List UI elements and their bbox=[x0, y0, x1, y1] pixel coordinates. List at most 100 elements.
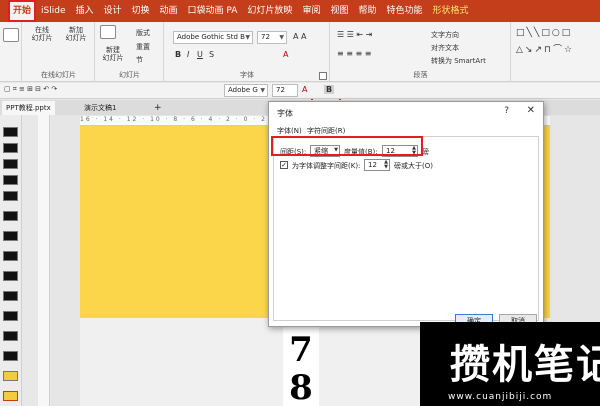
chevron-down-icon: ▼ bbox=[245, 34, 250, 41]
tab-design[interactable]: 设计 bbox=[99, 0, 127, 22]
add-online-slide-button[interactable]: 新加 幻灯片 bbox=[61, 26, 91, 42]
slide-thumbnail[interactable] bbox=[3, 311, 18, 321]
drawing-group: □╲╲□○□ △↘↗⊓⌒☆ bbox=[512, 22, 600, 82]
slide-thumbnail[interactable] bbox=[3, 191, 18, 201]
font-dialog: 字体 ? ✕ 字体(N) 字符间距(R) 间距(S): 紧缩 ▼ 度量值(B): … bbox=[268, 101, 544, 328]
help-icon[interactable]: ? bbox=[504, 106, 509, 116]
slide-thumbnail-selected[interactable] bbox=[3, 391, 18, 401]
slide-thumbnail[interactable] bbox=[3, 291, 18, 301]
font-name-combo[interactable]: Adobe Gothic Std B ▼ bbox=[173, 31, 253, 44]
toolbar-bold-icon[interactable]: B bbox=[324, 85, 335, 94]
spinner-icon[interactable]: ▲ ▼ bbox=[384, 160, 388, 170]
tab-animations[interactable]: 动画 bbox=[155, 0, 183, 22]
toolbar-font-name: Adobe G bbox=[228, 86, 258, 94]
bullets-icon[interactable]: ☰ ☰ ⇤ ⇥ bbox=[337, 30, 372, 39]
online-slide-button[interactable]: 在线 幻灯片 bbox=[27, 26, 57, 42]
slide-thumbnail[interactable] bbox=[3, 127, 18, 137]
slide-thumbnail[interactable] bbox=[3, 211, 18, 221]
bold-icon[interactable]: B bbox=[175, 50, 181, 59]
smartart-button[interactable]: 转换为 SmartArt bbox=[431, 56, 486, 66]
font-size-value: 72 bbox=[261, 33, 270, 41]
chevron-down-icon: ▼ bbox=[260, 87, 265, 94]
watermark: 攒机笔记 www.cuanjibiji.com bbox=[420, 322, 600, 406]
slide-thumbnail[interactable] bbox=[3, 159, 18, 169]
new-slide-icon bbox=[100, 25, 116, 39]
grow-font-icon[interactable]: A A bbox=[293, 32, 307, 41]
kerning-checkbox[interactable]: ✓ bbox=[280, 161, 288, 169]
kerning-value: 12 bbox=[368, 161, 377, 169]
font-group: Adobe Gothic Std B ▼ 72 ▼ A A B I U S A 字体 bbox=[165, 22, 330, 82]
group-label-slides: 幻灯片 bbox=[119, 71, 140, 79]
online-slides-group: 在线 幻灯片 新加 幻灯片 在线幻灯片 bbox=[23, 22, 95, 82]
doctab-ppt-tutorial[interactable]: PPT教程.pptx bbox=[2, 101, 55, 115]
chevron-down-icon: ▼ bbox=[279, 34, 284, 41]
quick-toolbar: ▢ ⌗ ≡ ⊞ ⊟ ↶ ↷ Adobe G ▼ 72 A B bbox=[0, 83, 600, 99]
slide-thumbnail[interactable] bbox=[3, 271, 18, 281]
slide-number-8: 8 bbox=[289, 368, 313, 406]
tab-home[interactable]: 开始 bbox=[8, 0, 37, 22]
new-slide-icon-wrap bbox=[100, 25, 116, 40]
slide-thumbnail[interactable] bbox=[3, 231, 18, 241]
new-tab-icon[interactable]: + bbox=[150, 101, 166, 115]
tab-font[interactable]: 字体(N) bbox=[277, 126, 302, 136]
font-color-icon[interactable]: A bbox=[283, 50, 288, 59]
slide-thumbnail[interactable] bbox=[3, 143, 18, 153]
tab-insert[interactable]: 插入 bbox=[70, 0, 98, 22]
clipboard-group bbox=[0, 22, 22, 82]
slide-thumbnail-rail bbox=[0, 115, 22, 406]
slide-thumbnail[interactable] bbox=[3, 371, 18, 381]
tab-review[interactable]: 审阅 bbox=[297, 0, 325, 22]
font-dialog-launcher-icon[interactable] bbox=[319, 72, 327, 80]
text-direction-button[interactable]: 文字方向 bbox=[431, 30, 459, 40]
close-icon[interactable]: ✕ bbox=[527, 105, 535, 116]
unit-label: 磅 bbox=[422, 148, 429, 156]
vertical-ruler bbox=[38, 115, 50, 406]
italic-icon[interactable]: I bbox=[187, 50, 189, 59]
slide-thumbnail[interactable] bbox=[3, 351, 18, 361]
toolbar-font-size: 72 bbox=[276, 86, 285, 94]
tab-shape-format[interactable]: 形状格式 bbox=[428, 0, 474, 22]
shadow-icon[interactable]: S bbox=[209, 50, 214, 59]
toolbar-size-combo[interactable]: 72 bbox=[272, 84, 298, 97]
doctab-presentation1[interactable]: 演示文稿1 bbox=[80, 101, 120, 115]
group-label-font: 字体 bbox=[240, 71, 254, 79]
dialog-title: 字体 bbox=[277, 109, 293, 118]
kerning-label: 为字体调整字间距(K): bbox=[292, 162, 361, 170]
font-size-combo[interactable]: 72 ▼ bbox=[257, 31, 287, 44]
align-icons[interactable]: ≡ ≡ ≡ ≡ bbox=[337, 49, 371, 58]
shapes-gallery-icon-2[interactable]: △↘↗⊓⌒☆ bbox=[516, 42, 574, 55]
tab-slideshow[interactable]: 幻灯片放映 bbox=[242, 0, 297, 22]
new-slide-button[interactable]: 新建 幻灯片 bbox=[100, 46, 126, 62]
tab-help[interactable]: 帮助 bbox=[353, 0, 381, 22]
kerning-input[interactable]: 12 ▲ ▼ bbox=[364, 159, 390, 171]
spacing-highlight bbox=[271, 136, 423, 156]
group-label-paragraph: 段落 bbox=[413, 71, 428, 79]
shapes-gallery-icon[interactable]: □╲╲□○□ bbox=[516, 28, 572, 38]
watermark-url: www.cuanjibiji.com bbox=[448, 392, 553, 402]
layout-button[interactable]: 版式 bbox=[136, 28, 150, 38]
tab-transitions[interactable]: 切换 bbox=[127, 0, 155, 22]
slide-number-7: 7 bbox=[289, 330, 313, 370]
group-label-online: 在线幻灯片 bbox=[41, 71, 76, 79]
underline-icon[interactable]: U bbox=[197, 50, 203, 59]
paste-button[interactable] bbox=[3, 28, 19, 43]
spacing-panel: 间距(S): 紧缩 ▼ 度量值(B): 12 ▲ ▼ 磅 ✓ 为字体调整字间距(K):… bbox=[273, 136, 539, 321]
toolbar-font-combo[interactable]: Adobe G ▼ bbox=[224, 84, 268, 97]
ribbon-tab-bar: 开始 iSlide 插入 设计 切换 动画 口袋动画 PA 幻灯片放映 审阅 视… bbox=[0, 0, 600, 22]
reset-button[interactable]: 重置 bbox=[136, 42, 150, 52]
quick-tools-icon[interactable]: ▢ ⌗ ≡ ⊞ ⊟ ↶ ↷ bbox=[4, 85, 57, 94]
paste-icon bbox=[3, 28, 19, 42]
paragraph-group: ☰ ☰ ⇤ ⇥ ≡ ≡ ≡ ≡ 文字方向 对齐文本 转换为 SmartArt 段… bbox=[331, 22, 511, 82]
slide-thumbnail[interactable] bbox=[3, 331, 18, 341]
align-text-button[interactable]: 对齐文本 bbox=[431, 43, 459, 53]
tab-view[interactable]: 视图 bbox=[325, 0, 353, 22]
toolbar-font-color-icon[interactable]: A bbox=[302, 85, 307, 94]
slide-thumbnail[interactable] bbox=[3, 175, 18, 185]
section-button[interactable]: 节 bbox=[136, 55, 143, 65]
font-name-value: Adobe Gothic Std B bbox=[177, 33, 245, 41]
ribbon: 在线 幻灯片 新加 幻灯片 在线幻灯片 新建 幻灯片 版式 重置 节 幻灯片 A… bbox=[0, 22, 600, 106]
slide-thumbnail[interactable] bbox=[3, 251, 18, 261]
tab-islide[interactable]: iSlide bbox=[36, 0, 70, 22]
tab-features[interactable]: 特色功能 bbox=[381, 0, 427, 22]
tab-pocket-animation[interactable]: 口袋动画 PA bbox=[183, 0, 243, 22]
